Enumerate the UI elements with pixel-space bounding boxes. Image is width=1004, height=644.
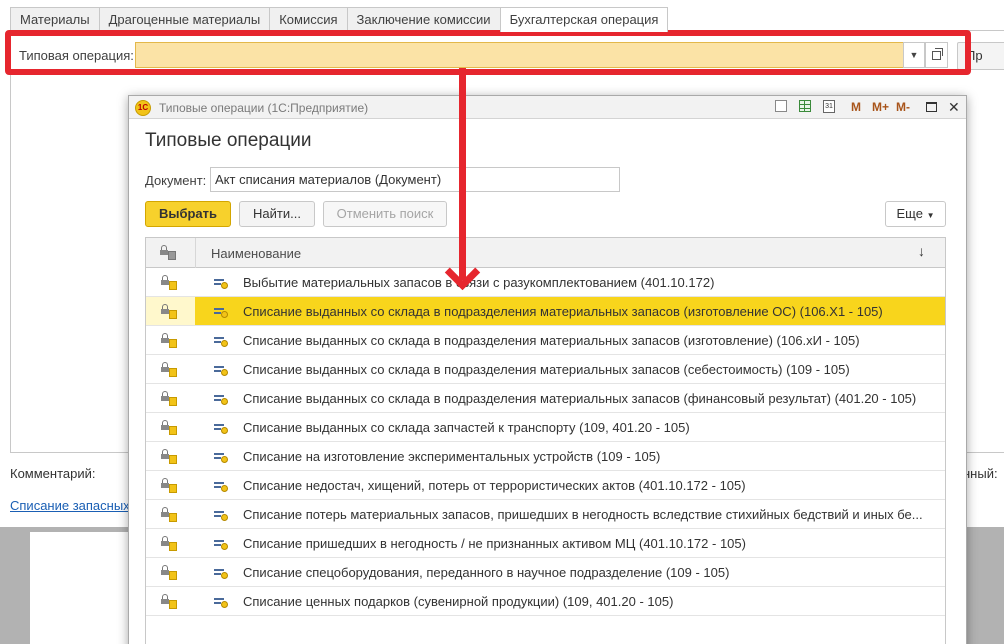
select-button[interactable]: Выбрать — [145, 201, 231, 227]
more-button[interactable]: Еще ▼ — [885, 201, 946, 227]
row-status-cell — [146, 500, 195, 528]
more-button-label: Еще — [896, 206, 923, 221]
list-item[interactable]: Списание выданных со склада в подразделе… — [146, 384, 945, 413]
row-status-cell — [146, 355, 195, 383]
operation-icon — [212, 392, 230, 406]
list-header: Наименование ↓ — [146, 238, 945, 268]
annotation-arrow — [459, 68, 466, 280]
tab-commission-conclusion[interactable]: Заключение комиссии — [346, 7, 501, 31]
close-icon[interactable]: ✕ — [948, 99, 960, 116]
list-item[interactable]: Списание на изготовление экспериментальн… — [146, 442, 945, 471]
list-item[interactable]: Списание выданных со склада запчастей к … — [146, 413, 945, 442]
lock-cube-icon — [160, 478, 180, 494]
list-item[interactable]: Списание пришедших в негодность / не при… — [146, 529, 945, 558]
lock-cube-icon — [160, 565, 180, 581]
chevron-down-icon: ▼ — [926, 211, 935, 220]
document-icon[interactable] — [775, 100, 787, 112]
cancel-search-button[interactable]: Отменить поиск — [323, 201, 447, 227]
row-status-cell — [146, 529, 195, 557]
operations-list[interactable]: Наименование ↓ Выбытие материальных запа… — [145, 237, 946, 644]
operation-icon — [212, 595, 230, 609]
operation-icon — [212, 305, 230, 319]
column-header-name[interactable]: Наименование — [211, 246, 301, 261]
document-field[interactable]: Акт списания материалов (Документ) — [210, 167, 620, 192]
comment-label: Комментарий: — [10, 466, 96, 481]
row-status-cell — [146, 442, 195, 470]
list-item-label: Списание пришедших в негодность / не при… — [243, 536, 746, 551]
list-item-label: Выбытие материальных запасов в связи с р… — [243, 275, 715, 290]
row-status-cell — [146, 297, 195, 325]
calculator-icon[interactable] — [799, 100, 811, 112]
row-status-cell — [146, 558, 195, 586]
list-item[interactable]: Списание выданных со склада в подразделе… — [146, 297, 945, 326]
lock-cube-icon — [160, 304, 180, 320]
list-item[interactable]: Списание выданных со склада в подразделе… — [146, 355, 945, 384]
list-item[interactable]: Списание выданных со склада в подразделе… — [146, 326, 945, 355]
tab-precious-materials[interactable]: Драгоценные материалы — [98, 7, 271, 31]
column-separator — [195, 238, 196, 268]
lock-cube-icon — [160, 594, 180, 610]
lock-cube-icon — [160, 275, 180, 291]
maximize-icon[interactable] — [926, 102, 937, 112]
lock-cube-icon — [160, 333, 180, 349]
list-item[interactable]: Списание ценных подарков (сувенирной про… — [146, 587, 945, 616]
tab-accounting-operation[interactable]: Бухгалтерская операция — [499, 7, 669, 32]
operation-icon — [212, 421, 230, 435]
list-item-label: Списание выданных со склада запчастей к … — [243, 420, 690, 435]
tab-materials[interactable]: Материалы — [10, 7, 100, 31]
row-status-cell — [146, 413, 195, 441]
list-item[interactable]: Списание потерь материальных запасов, пр… — [146, 500, 945, 529]
row-status-cell — [146, 268, 195, 296]
memory-plus-button[interactable]: M+ — [872, 100, 889, 114]
lock-cube-icon — [160, 449, 180, 465]
row-status-cell — [146, 587, 195, 615]
list-item-label: Списание спецоборудования, переданного в… — [243, 565, 730, 580]
sort-arrow-icon[interactable]: ↓ — [918, 243, 925, 259]
row-status-cell — [146, 326, 195, 354]
list-item-label: Списание выданных со склада в подразделе… — [243, 362, 850, 377]
row-status-cell — [146, 471, 195, 499]
list-item[interactable]: Списание спецоборудования, переданного в… — [146, 558, 945, 587]
lock-cube-icon — [160, 391, 180, 407]
calendar-icon[interactable]: 31 — [823, 100, 835, 113]
list-item-label: Списание выданных со склада в подразделе… — [243, 333, 860, 348]
find-button[interactable]: Найти... — [239, 201, 315, 227]
list-item-label: Списание на изготовление экспериментальн… — [243, 449, 661, 464]
spare-parts-link[interactable]: Списание запасных — [10, 498, 130, 513]
list-item[interactable]: Списание недостач, хищений, потерь от те… — [146, 471, 945, 500]
list-item-label: Списание выданных со склада в подразделе… — [243, 391, 917, 406]
list-item-label: Списание выданных со склада в подразделе… — [243, 304, 883, 319]
memory-minus-button[interactable]: M- — [896, 100, 910, 114]
operation-icon — [212, 537, 230, 551]
right-field-label: нный: — [963, 466, 998, 481]
list-item-label: Списание потерь материальных запасов, пр… — [243, 507, 923, 522]
row-status-cell — [146, 384, 195, 412]
lock-cube-icon — [160, 362, 180, 378]
list-item[interactable]: Выбытие материальных запасов в связи с р… — [146, 268, 945, 297]
window-titlebar: 1С Типовые операции (1С:Предприятие) 31 … — [129, 96, 966, 119]
operation-icon — [212, 566, 230, 580]
window-heading: Типовые операции — [145, 130, 312, 151]
operation-icon — [212, 276, 230, 290]
memory-button[interactable]: M — [851, 100, 861, 114]
tab-bar: Материалы Драгоценные материалы Комиссия… — [10, 7, 669, 32]
typical-operations-window: 1С Типовые операции (1С:Предприятие) 31 … — [128, 95, 967, 644]
app-logo-icon: 1С — [135, 100, 151, 116]
lock-column-icon[interactable] — [159, 245, 179, 261]
operation-icon — [212, 450, 230, 464]
operation-icon — [212, 363, 230, 377]
list-item-label: Списание недостач, хищений, потерь от те… — [243, 478, 746, 493]
lock-cube-icon — [160, 507, 180, 523]
document-label: Документ: — [145, 173, 207, 188]
list-item-label: Списание ценных подарков (сувенирной про… — [243, 594, 674, 609]
lock-cube-icon — [160, 536, 180, 552]
tab-commission[interactable]: Комиссия — [269, 7, 348, 31]
lock-cube-icon — [160, 420, 180, 436]
window-title: Типовые операции (1С:Предприятие) — [159, 101, 369, 115]
operation-icon — [212, 334, 230, 348]
operation-icon — [212, 479, 230, 493]
highlight-frame — [5, 30, 971, 75]
operation-icon — [212, 508, 230, 522]
